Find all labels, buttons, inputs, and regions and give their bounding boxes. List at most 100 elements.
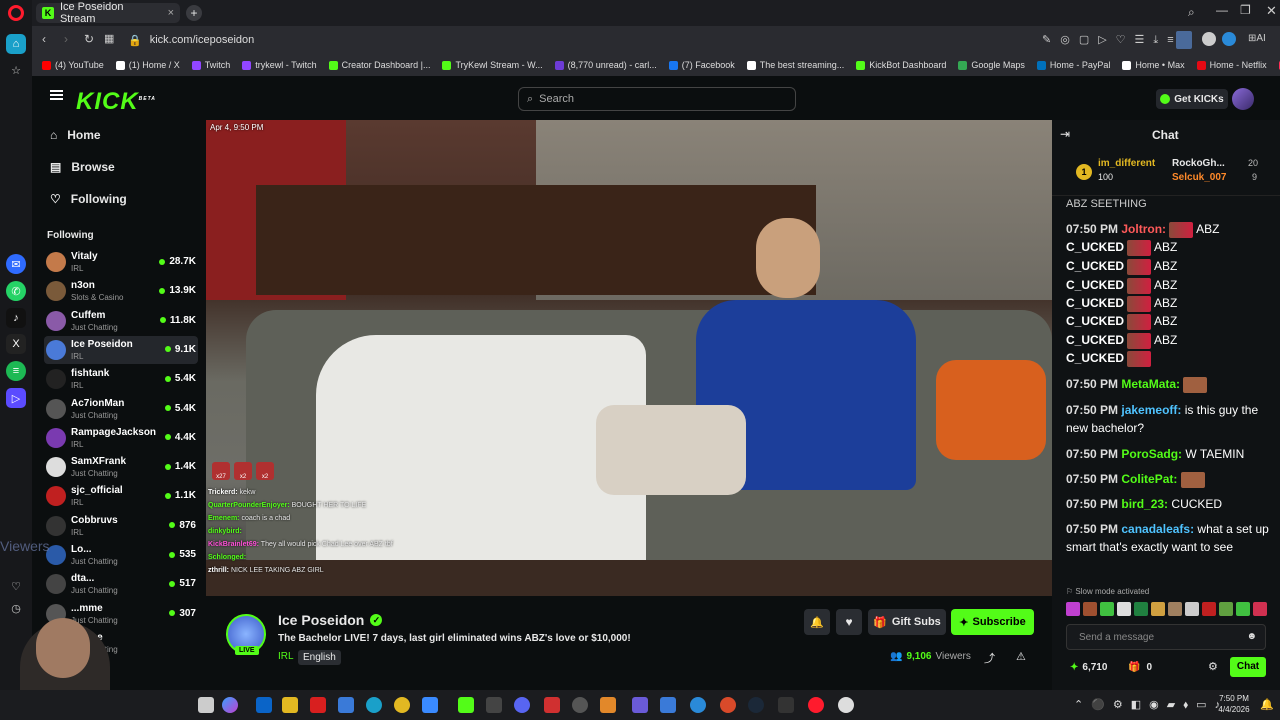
menu-icon[interactable] bbox=[50, 90, 63, 100]
opera-home-icon[interactable]: ⌂ bbox=[6, 34, 26, 54]
follow-button[interactable]: ♥ bbox=[836, 609, 862, 635]
tray-icons[interactable]: ⌃⚫⚙◧◉▰⬧▭♪ bbox=[1074, 698, 1228, 712]
following-item[interactable]: sjc_official IRL 1.1K bbox=[44, 482, 198, 510]
copilot-icon[interactable] bbox=[222, 697, 238, 713]
chat-username[interactable]: C_UCKED bbox=[1066, 259, 1124, 273]
url-field[interactable]: 🔒 kick.com/iceposeidon bbox=[128, 30, 1018, 50]
player-icon[interactable]: ▷ bbox=[6, 388, 26, 408]
following-item[interactable]: Lo... Just Chatting 535 bbox=[44, 541, 198, 569]
opera-star-icon[interactable]: ☆ bbox=[6, 60, 26, 80]
windows-start-icon[interactable] bbox=[198, 697, 214, 713]
chat-username[interactable]: C_UCKED bbox=[1066, 278, 1124, 292]
app-icon-8[interactable] bbox=[660, 697, 676, 713]
opera-logo-icon[interactable] bbox=[8, 5, 24, 21]
chat-username[interactable]: C_UCKED bbox=[1066, 333, 1124, 347]
gift-count[interactable]: 🎁 0 bbox=[1128, 662, 1152, 673]
chat-username[interactable]: bird_23: bbox=[1121, 497, 1168, 511]
nav-browse[interactable]: ▤ Browse bbox=[50, 160, 115, 174]
app-icon-11[interactable] bbox=[838, 697, 854, 713]
bookmark-item[interactable]: Home - Netflix bbox=[1196, 60, 1267, 70]
report-icon[interactable]: ⚠ bbox=[1016, 650, 1026, 663]
edge-icon[interactable] bbox=[366, 697, 382, 713]
minimize-button[interactable]: — bbox=[1216, 3, 1228, 17]
spotify-icon[interactable]: ≡ bbox=[6, 361, 26, 381]
chat-username[interactable]: C_UCKED bbox=[1066, 240, 1124, 254]
reload-icon[interactable]: ↻ bbox=[84, 32, 94, 46]
outlook-icon[interactable] bbox=[256, 697, 272, 713]
leader-name-3[interactable]: Selcuk_007 bbox=[1172, 172, 1227, 183]
bookmark-item[interactable]: Google Maps bbox=[958, 60, 1025, 70]
following-item[interactable]: n3on Slots & Casino 13.9K bbox=[44, 277, 198, 305]
get-kicks-button[interactable]: Get KICKs bbox=[1156, 89, 1228, 109]
app-icon-10[interactable] bbox=[720, 697, 736, 713]
extension-icon[interactable] bbox=[1202, 32, 1216, 46]
extension-icon-2[interactable] bbox=[1222, 32, 1236, 46]
chat-send-button[interactable]: Chat bbox=[1230, 657, 1266, 677]
following-item[interactable]: SamXFrank Just Chatting 1.4K bbox=[44, 453, 198, 481]
notify-button[interactable]: 🔔 bbox=[804, 609, 830, 635]
streamer-name[interactable]: Ice Poseidon ✓ bbox=[278, 612, 383, 628]
bookmark-item[interactable]: Home • Max bbox=[1122, 60, 1185, 70]
chat-username[interactable]: C_UCKED bbox=[1066, 314, 1124, 328]
whatsapp-icon[interactable]: ✆ bbox=[6, 281, 26, 301]
chat-username[interactable]: MetaMata: bbox=[1121, 377, 1180, 391]
app-icon-5[interactable] bbox=[572, 697, 588, 713]
messenger-icon[interactable]: ✉ bbox=[6, 254, 26, 274]
chat-username[interactable]: PoroSadg: bbox=[1121, 447, 1182, 461]
app-icon-9[interactable] bbox=[690, 697, 706, 713]
chrome-icon[interactable] bbox=[394, 697, 410, 713]
app-icon-7[interactable] bbox=[632, 697, 648, 713]
kick-logo[interactable]: KICKBETA bbox=[76, 88, 156, 116]
adobe-icon[interactable] bbox=[310, 697, 326, 713]
app-icon-6[interactable] bbox=[600, 697, 616, 713]
chat-username[interactable]: jakemeoff: bbox=[1121, 403, 1181, 417]
nav-following[interactable]: ♡ Following bbox=[50, 192, 127, 206]
chat-username[interactable]: Joltron: bbox=[1121, 222, 1166, 236]
tab-close-icon[interactable]: × bbox=[168, 7, 174, 19]
bookmark-item[interactable]: trykewl - Twitch bbox=[242, 60, 317, 70]
subscribe-button[interactable]: ✦ Subscribe bbox=[951, 609, 1034, 635]
clock[interactable]: 7:50 PM 4/4/2026 bbox=[1212, 693, 1256, 715]
notifications-icon[interactable]: 🔔 bbox=[1260, 698, 1274, 711]
app-icon-1[interactable] bbox=[422, 697, 438, 713]
tag-irl[interactable]: IRL bbox=[278, 651, 294, 662]
bookmark-item[interactable]: The best streaming... bbox=[746, 60, 844, 70]
following-item[interactable]: Vitaly IRL 28.7K bbox=[44, 248, 198, 276]
leader-name-2[interactable]: RockoGh... bbox=[1172, 158, 1225, 169]
following-item[interactable]: Ac7ionMan Just Chatting 5.4K bbox=[44, 395, 198, 423]
bookmark-item[interactable]: (7) Facebook bbox=[668, 60, 735, 70]
chat-settings-icon[interactable]: ⚙ bbox=[1208, 660, 1218, 673]
toolbar-icons[interactable]: ✎◎▢▷♡☰⤓≡ bbox=[1042, 33, 1183, 47]
new-tab-button[interactable]: + bbox=[186, 5, 202, 21]
collapse-chat-icon[interactable]: ⇥ bbox=[1060, 127, 1070, 141]
tab-active[interactable]: K Ice Poseidon Stream × bbox=[36, 1, 180, 25]
following-item[interactable]: fishtank IRL 5.4K bbox=[44, 365, 198, 393]
nav-home[interactable]: ⌂ Home bbox=[50, 128, 101, 142]
tiktok-icon[interactable]: ♪ bbox=[6, 308, 26, 328]
back-icon[interactable]: ‹ bbox=[42, 32, 46, 46]
profile-avatar[interactable] bbox=[1176, 31, 1192, 49]
chat-username[interactable]: canadaleafs: bbox=[1121, 522, 1194, 536]
bookmark-item[interactable]: KickBot Dashboard bbox=[856, 60, 946, 70]
discord-icon[interactable] bbox=[514, 697, 530, 713]
following-item[interactable]: RampageJackson IRL 4.4K bbox=[44, 424, 198, 452]
bookmark-item[interactable]: (8,770 unread) - carl... bbox=[554, 60, 657, 70]
video-player[interactable]: Apr 4, 9:50 PM x27 x2 x2 Trickerd: kekw Qua… bbox=[206, 120, 1052, 596]
bookmark-item[interactable]: TryKewl Stream - W... bbox=[442, 60, 543, 70]
explorer-icon[interactable] bbox=[282, 697, 298, 713]
share-icon[interactable]: ⤴ bbox=[984, 650, 995, 666]
bookmark-item[interactable]: Twitch bbox=[191, 60, 230, 70]
maximize-button[interactable]: ❐ bbox=[1240, 3, 1251, 17]
app-icon-2[interactable] bbox=[458, 697, 474, 713]
steam-icon[interactable] bbox=[748, 697, 764, 713]
tag-english[interactable]: English bbox=[298, 650, 341, 665]
epic-icon[interactable] bbox=[778, 697, 794, 713]
following-item[interactable]: Cuffem Just Chatting 11.8K bbox=[44, 307, 198, 335]
grid-icon[interactable]: ▦ bbox=[104, 32, 114, 45]
emote-bar[interactable] bbox=[1066, 602, 1270, 616]
bookmark-item[interactable]: Creator Dashboard |... bbox=[328, 60, 430, 70]
bookmark-item[interactable]: (1) Home / X bbox=[115, 60, 180, 70]
bookmark-item[interactable]: (4) YouTube bbox=[42, 60, 104, 70]
search-tabs-icon[interactable]: ⌕ bbox=[1188, 5, 1195, 20]
x-icon[interactable]: X bbox=[6, 334, 26, 354]
